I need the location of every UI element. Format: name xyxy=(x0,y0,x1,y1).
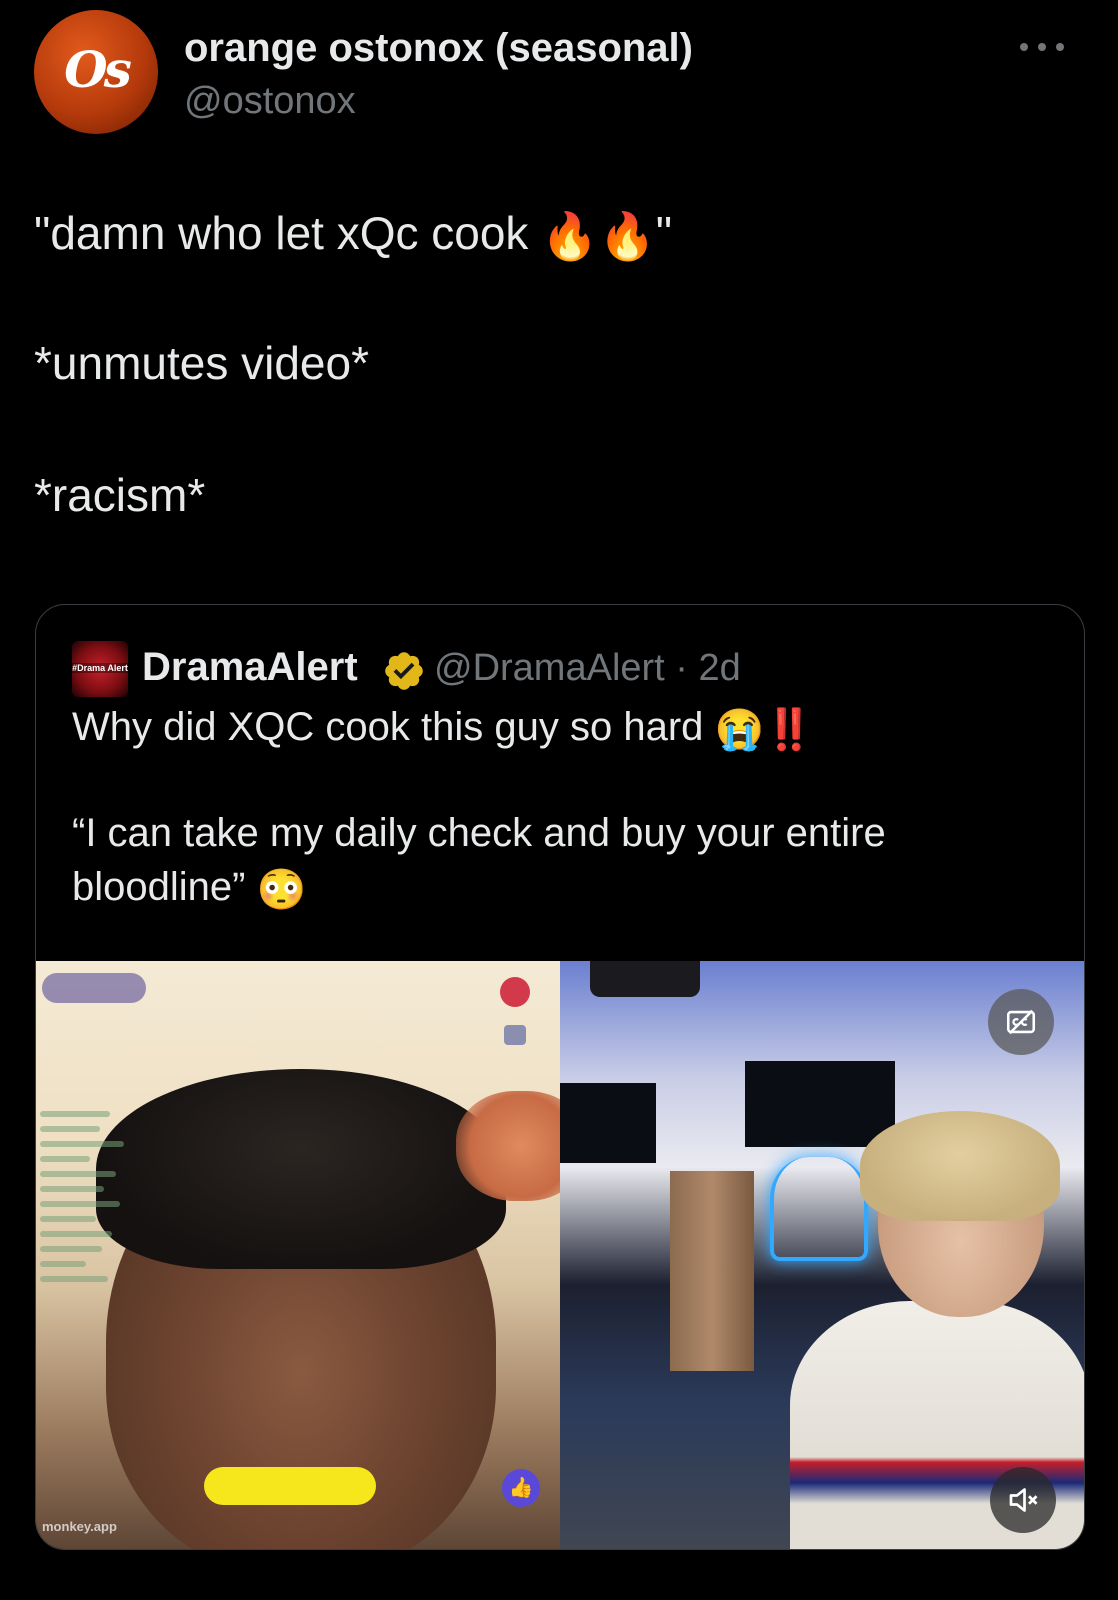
tweet-text-line-2: *unmutes video* xyxy=(34,337,369,389)
cardboard-box xyxy=(670,1171,754,1371)
follow-pill xyxy=(204,1467,376,1505)
captions-icon[interactable] xyxy=(988,989,1054,1055)
embedded-video[interactable]: 👍 monkey.app xyxy=(36,961,1084,1549)
tweet-header: Os orange ostonox (seasonal) @ostonox xyxy=(34,10,1084,135)
quoted-text-line-2: “I can take my daily check and buy your … xyxy=(72,811,886,855)
video-watermark: monkey.app xyxy=(42,1519,117,1534)
wall-tv-left xyxy=(560,1083,656,1163)
verified-badge-icon xyxy=(385,652,423,690)
chat-icon xyxy=(504,1025,526,1045)
quoted-text-line-1: Why did XQC cook this guy so hard 😭‼️ xyxy=(72,705,814,753)
quoted-author-handle-time[interactable]: @DramaAlert · 2d xyxy=(434,647,741,690)
beanie xyxy=(96,1069,506,1269)
gift-icon xyxy=(500,977,530,1007)
speaker-muted-icon[interactable] xyxy=(990,1467,1056,1533)
author-avatar[interactable]: Os xyxy=(34,10,158,134)
quoted-text-line-3-text: bloodline” xyxy=(72,865,257,909)
chat-overlay xyxy=(40,1111,130,1331)
video-left-frame: 👍 monkey.app xyxy=(36,961,560,1549)
quoted-author-display-name[interactable]: DramaAlert xyxy=(142,645,358,690)
neon-sign xyxy=(770,1157,868,1261)
raised-hand xyxy=(456,1091,560,1201)
quoted-tweet-card[interactable]: #Drama Alert DramaAlert @DramaAlert · 2d… xyxy=(35,604,1085,1550)
more-options-icon[interactable] xyxy=(1020,38,1064,56)
author-display-name[interactable]: orange ostonox (seasonal) xyxy=(184,26,693,71)
wall-tv-right xyxy=(745,1061,895,1147)
quoted-text-line-3: bloodline” 😳 xyxy=(72,865,306,913)
author-avatar-initials: Os xyxy=(64,40,132,99)
thumbs-up-icon: 👍 xyxy=(502,1469,540,1507)
quoted-avatar-label: #Drama Alert xyxy=(72,663,128,673)
quoted-text-line-1-text: Why did XQC cook this guy so hard xyxy=(72,705,715,749)
captions-glyph-icon xyxy=(1006,1009,1036,1035)
tweet-text-line-1: "damn who let xQc cook 🔥🔥" xyxy=(34,206,672,264)
quoted-author-avatar[interactable]: #Drama Alert xyxy=(72,641,128,697)
fire-emoji: 🔥🔥 xyxy=(541,210,656,263)
tweet-text-line-3: *racism* xyxy=(34,469,206,521)
author-handle[interactable]: @ostonox xyxy=(184,80,356,123)
projector xyxy=(590,961,700,997)
streamer-hair xyxy=(860,1111,1060,1221)
crying-emoji: 😭‼️ xyxy=(714,707,815,752)
tweet-text-line-1-text: "damn who let xQc cook xyxy=(34,207,542,259)
speaker-muted-glyph-icon xyxy=(1009,1488,1038,1512)
stream-info-pill xyxy=(42,973,146,1003)
flushed-emoji: 😳 xyxy=(256,867,307,912)
tweet-text-line-1-close: " xyxy=(655,207,673,259)
